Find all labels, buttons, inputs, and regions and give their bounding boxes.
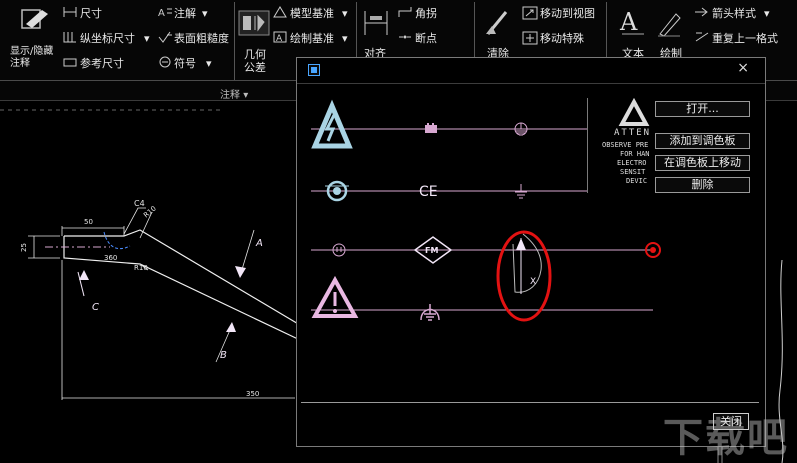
- model-datum-button[interactable]: 模型基准: [290, 8, 334, 20]
- preview-line-6: DEVIC: [626, 177, 648, 185]
- note-icon: A: [158, 8, 172, 18]
- sketch-icon: [658, 13, 681, 37]
- ordinate-dimension-icon: [63, 32, 76, 43]
- arrow-style-button[interactable]: 箭头样式: [712, 8, 756, 20]
- arrow-style-arrow[interactable]: ▾: [764, 8, 770, 20]
- move-on-palette-button[interactable]: 在调色板上移动: [655, 155, 750, 171]
- jog-icon: [398, 7, 412, 17]
- surface-finish-button[interactable]: 表面粗糙度: [174, 33, 229, 45]
- open-button[interactable]: 打开...: [655, 101, 750, 117]
- annotation-group-label[interactable]: 注释 ▾: [220, 86, 248, 101]
- preview-border: [587, 98, 588, 193]
- add-to-palette-button[interactable]: 添加到调色板: [655, 133, 750, 149]
- svg-text:A: A: [158, 8, 165, 18]
- section-label-a: A: [255, 238, 263, 249]
- align-icon: [364, 11, 388, 35]
- model-datum-icon: [273, 6, 287, 18]
- move-special-icon: [522, 31, 538, 45]
- jog-button[interactable]: 角拐: [415, 8, 437, 20]
- dim-c4: C4: [134, 199, 145, 208]
- arrow-style-icon: [695, 7, 708, 17]
- dim-360: 360: [104, 254, 117, 262]
- symbol-arrow[interactable]: ▾: [206, 58, 212, 70]
- svg-text:A: A: [619, 8, 638, 36]
- protective-ground-icon[interactable]: [420, 304, 440, 321]
- draw-datum-icon: A: [273, 31, 287, 43]
- show-annotations-label[interactable]: 显示/隐藏注释: [10, 46, 60, 70]
- ordinate-dimension-button[interactable]: 纵坐标尺寸: [80, 33, 135, 45]
- break-icon: [399, 35, 411, 39]
- reference-dimension-button[interactable]: 参考尺寸: [80, 58, 124, 70]
- dim-25: 25: [20, 243, 28, 252]
- svg-text:FM: FM: [425, 246, 438, 255]
- dimension-icon: [63, 7, 77, 17]
- section-label-b: B: [220, 350, 227, 361]
- surface-finish-icon: [158, 31, 172, 43]
- dialog-close-button[interactable]: ×: [737, 60, 749, 76]
- break-button[interactable]: 断点: [415, 33, 437, 45]
- move-special-button[interactable]: 移动特殊: [540, 33, 584, 45]
- repeat-format-icon: [695, 32, 709, 42]
- highlight-circle: [496, 230, 552, 322]
- svg-text:X: X: [530, 277, 536, 287]
- dialog-bottom-divider: [301, 402, 759, 403]
- draw-datum-arrow[interactable]: ▾: [342, 33, 348, 45]
- watermark: 下载吧: [663, 415, 789, 461]
- dim-350: 350: [246, 390, 259, 398]
- preview-line-4: ELECTRO: [617, 159, 647, 167]
- show-annotations-icon[interactable]: [20, 6, 50, 32]
- reference-dimension-icon: [63, 58, 77, 67]
- move-to-view-icon: [522, 6, 538, 20]
- preview-line-1: ATTEN: [614, 128, 652, 138]
- high-voltage-symbol-icon[interactable]: [311, 99, 353, 149]
- custom-arrow-symbol-icon[interactable]: X: [512, 233, 542, 294]
- dim-r10-bottom: R10: [134, 264, 148, 272]
- draw-datum-button[interactable]: 绘制基准: [290, 33, 334, 45]
- preview-line-2: OBSERVE PRE: [602, 141, 649, 149]
- delete-button[interactable]: 删除: [655, 177, 750, 193]
- repeat-last-format-button[interactable]: 重复上一格式: [712, 33, 778, 45]
- note-arrow[interactable]: ▾: [202, 8, 208, 20]
- symbol-button[interactable]: 符号: [174, 58, 196, 70]
- clean-icon: [486, 11, 508, 35]
- text-style-icon: A: [619, 8, 644, 36]
- symbol-preview: ATTEN OBSERVE PRE FOR HAN ELECTRO SENSIT…: [586, 98, 656, 193]
- preview-warning-icon: [618, 98, 650, 126]
- ce-mark-icon[interactable]: CE: [419, 184, 438, 200]
- dialog-app-icon: [308, 64, 320, 76]
- geometric-tolerance-button[interactable]: 几何公差: [244, 48, 268, 74]
- model-datum-arrow[interactable]: ▾: [342, 8, 348, 20]
- symbol-palette-dialog: × CE FM X ATTEN OBSERVE PRE FOR HAN ELEC…: [296, 57, 766, 447]
- dim-50: 50: [84, 218, 93, 226]
- ribbon-separator: [234, 2, 235, 80]
- warning-symbol-icon[interactable]: [311, 275, 359, 318]
- ordinate-dimension-arrow[interactable]: ▾: [144, 33, 150, 45]
- preview-line-3: FOR HAN: [620, 150, 650, 158]
- datum-feature-icon: [238, 10, 270, 36]
- csa-certification-icon[interactable]: [325, 180, 349, 202]
- move-to-view-button[interactable]: 移动到视图: [540, 8, 595, 20]
- symbol-icon: [159, 56, 171, 68]
- antistatic-tile-icon[interactable]: [425, 123, 437, 133]
- section-label-c: C: [92, 302, 99, 313]
- preview-line-5: SENSIT: [620, 168, 646, 176]
- svg-text:A: A: [276, 34, 283, 43]
- note-button[interactable]: 注解: [174, 8, 196, 20]
- dimension-button[interactable]: 尺寸: [80, 8, 102, 20]
